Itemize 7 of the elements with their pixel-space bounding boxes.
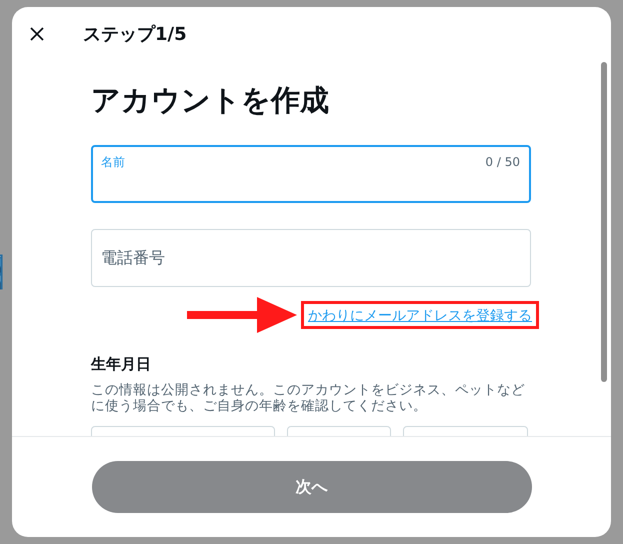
dialog-title: アカウントを作成 <box>91 82 330 119</box>
birthday-description: この情報は公開されません。このアカウントをビジネス、ペットなどに使う場合でも、ご自身の年齢を確認してください。 <box>91 382 526 414</box>
scrollbar[interactable] <box>601 62 607 382</box>
phone-field[interactable]: 電話番号 <box>91 229 531 287</box>
birthday-heading: 生年月日 <box>91 355 152 374</box>
step-indicator: ステップ1/5 <box>83 23 187 46</box>
name-field[interactable]: 名前 0 / 50 <box>91 145 531 203</box>
